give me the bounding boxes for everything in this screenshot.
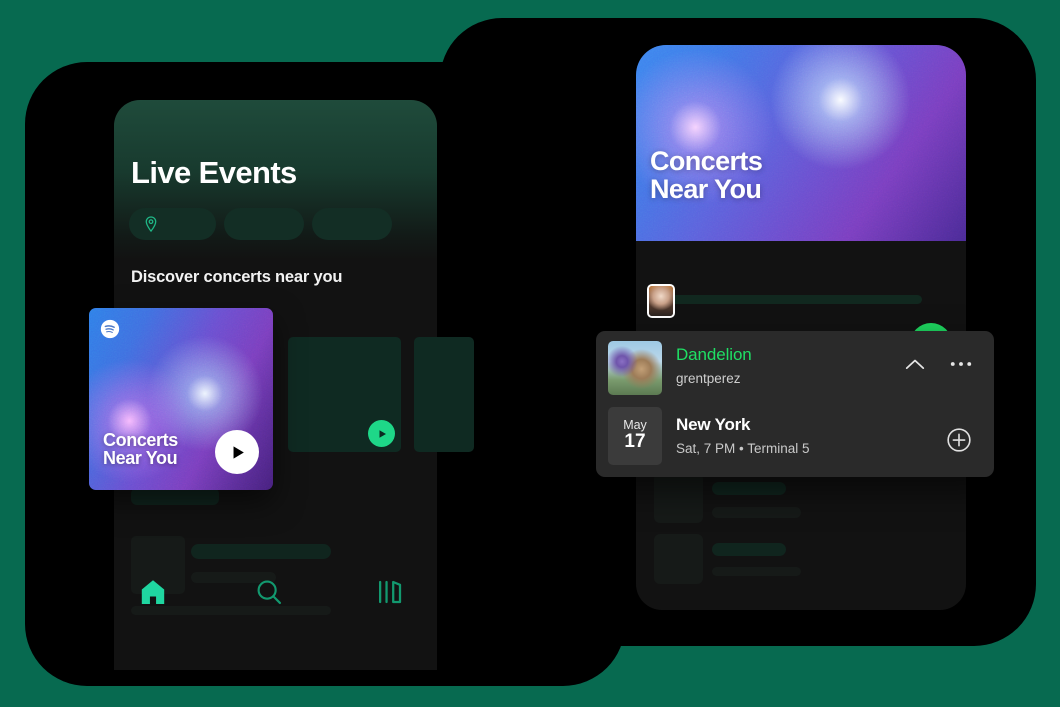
skeleton-bar: [712, 507, 801, 518]
nav-item-home[interactable]: [137, 576, 169, 613]
event-details: Sat, 7 PM • Terminal 5: [676, 441, 810, 456]
page-title: Live Events: [131, 155, 297, 191]
spotify-logo-icon: [100, 319, 120, 339]
nav-item-library[interactable]: [374, 576, 406, 613]
search-icon: [257, 580, 282, 605]
nav-item-search[interactable]: [253, 576, 285, 613]
live-events-title: Live Events: [131, 155, 297, 190]
placeholder-card[interactable]: [414, 337, 474, 452]
hero-title-line1: Concerts: [650, 146, 763, 176]
card-play-button[interactable]: [215, 430, 259, 474]
poster-canvas: Live Events Discover concerts near you C…: [0, 0, 1060, 707]
filter-pill-3[interactable]: [312, 208, 392, 240]
avatar-image: [649, 286, 673, 316]
event-month: May: [623, 417, 647, 432]
filter-pill-2[interactable]: [224, 208, 304, 240]
skeleton-bar: [191, 544, 331, 559]
skeleton-bar: [712, 567, 801, 576]
skeleton-bar: [131, 488, 219, 505]
album-art-image: [608, 341, 662, 395]
event-artist: grentperez: [676, 371, 741, 386]
event-date-badge: May 17: [608, 407, 662, 465]
right-phone-screen: Concerts Near You: [636, 45, 966, 610]
grain-texture: [636, 45, 966, 241]
bottom-navigation: [114, 576, 437, 632]
home-icon: [141, 580, 165, 604]
skeleton-bar: [712, 543, 786, 556]
section-label: Discover concerts near you: [131, 268, 343, 286]
hero-banner: Concerts Near You: [636, 45, 966, 241]
concerts-near-you-card[interactable]: Concerts Near You: [89, 308, 273, 490]
event-album-art: [608, 341, 662, 395]
chevron-up-icon[interactable]: [904, 357, 926, 371]
card-title-line2: Near You: [103, 448, 178, 469]
library-icon: [378, 580, 402, 604]
skeleton-thumb: [654, 534, 703, 584]
hero-title-line2: Near You: [650, 173, 762, 204]
hero-title: Concerts Near You: [650, 146, 763, 204]
skeleton-bar: [712, 482, 786, 495]
placeholder-play-button[interactable]: [368, 420, 395, 447]
event-city: New York: [676, 415, 751, 434]
plus-circle-icon[interactable]: [946, 427, 972, 453]
skeleton-bar: [654, 295, 922, 304]
skeleton-thumb: [654, 473, 703, 523]
play-icon: [379, 429, 386, 438]
avatar[interactable]: [647, 284, 675, 318]
more-horizontal-icon[interactable]: [950, 361, 972, 367]
play-icon: [233, 445, 244, 459]
event-card[interactable]: Dandelion grentperez May 17 New York Sat…: [596, 331, 994, 477]
location-pin-icon: [145, 216, 157, 233]
card-title-line1: Concerts: [103, 429, 178, 450]
event-name[interactable]: Dandelion: [676, 345, 752, 365]
event-day: 17: [624, 431, 646, 453]
card-title: Concerts Near You: [103, 429, 178, 469]
